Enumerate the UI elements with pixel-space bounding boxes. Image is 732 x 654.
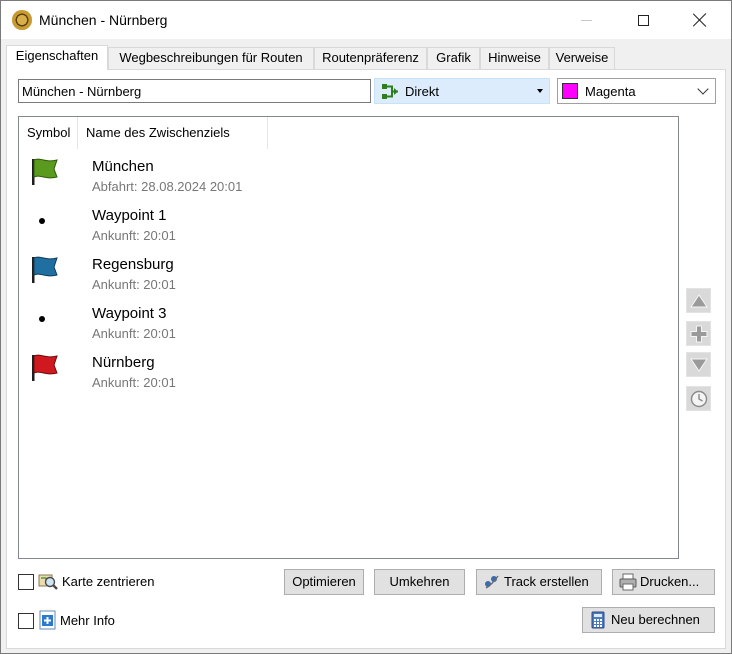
waypoint-name: Waypoint 3	[92, 305, 167, 322]
waypoint-time: Ankunft: 20:01	[92, 228, 176, 243]
route-color-label: Magenta	[585, 84, 636, 99]
tab-grafik[interactable]: Grafik	[427, 47, 480, 69]
move-down-button[interactable]	[686, 352, 711, 377]
tab-hinweise[interactable]: Hinweise	[480, 47, 549, 69]
schedule-button[interactable]	[686, 386, 711, 411]
print-label: Drucken...	[640, 574, 700, 589]
minimize-icon	[580, 19, 592, 21]
tab-strip: Eigenschaften Wegbeschreibungen für Rout…	[6, 45, 726, 70]
window-title: München - Nürnberg	[39, 12, 168, 28]
more-info-checkbox[interactable]	[18, 613, 34, 629]
dot-icon	[39, 218, 45, 224]
create-track-button[interactable]: Track erstellen	[476, 569, 602, 595]
color-swatch	[562, 83, 578, 99]
add-icon	[690, 325, 708, 343]
center-map-label: Karte zentrieren	[62, 574, 155, 589]
waypoint-name: Regensburg	[92, 256, 174, 273]
clock-icon	[690, 390, 708, 408]
tab-wegbeschreibungen[interactable]: Wegbeschreibungen für Routen	[108, 47, 314, 69]
move-up-icon	[690, 294, 708, 308]
tab-eigenschaften[interactable]: Eigenschaften	[6, 45, 108, 70]
maximize-icon	[637, 14, 649, 26]
close-icon	[693, 13, 707, 27]
move-down-icon	[690, 358, 708, 372]
dot-icon	[39, 316, 45, 322]
tab-verweise[interactable]: Verweise	[549, 47, 615, 69]
close-button[interactable]	[677, 1, 723, 39]
title-bar: München - Nürnberg	[1, 1, 731, 39]
tab-routenpraeferenz[interactable]: Routenpräferenz	[314, 47, 427, 69]
move-up-button[interactable]	[686, 288, 711, 313]
waypoint-list[interactable]: Symbol Name des Zwischenziels München Ab…	[18, 116, 679, 559]
recalculate-label: Neu berechnen	[611, 612, 700, 627]
optimize-button[interactable]: Optimieren	[284, 569, 364, 595]
calculator-icon	[591, 611, 605, 629]
route-name-input[interactable]: München - Nürnberg	[18, 79, 371, 103]
waypoint-row[interactable]: Nürnberg Ankunft: 20:01	[19, 349, 678, 398]
create-track-label: Track erstellen	[504, 574, 589, 589]
print-button[interactable]: Drucken...	[612, 569, 715, 595]
minimize-button[interactable]	[563, 1, 609, 39]
waypoint-row[interactable]: Regensburg Ankunft: 20:01	[19, 251, 678, 300]
center-map-checkbox[interactable]	[18, 574, 34, 590]
column-header-name[interactable]: Name des Zwischenziels	[78, 117, 268, 149]
add-waypoint-button[interactable]	[686, 321, 711, 346]
green-flag-icon	[32, 158, 58, 185]
waypoint-row[interactable]: Waypoint 1 Ankunft: 20:01	[19, 202, 678, 251]
blue-flag-icon	[32, 256, 58, 283]
dropdown-arrow-icon	[537, 89, 543, 93]
waypoint-name: Nürnberg	[92, 354, 155, 371]
track-icon	[485, 575, 499, 589]
gps-app-icon	[12, 10, 32, 30]
waypoint-name: Waypoint 1	[92, 207, 167, 224]
routing-mode-label: Direkt	[405, 84, 439, 99]
printer-icon	[619, 573, 637, 591]
waypoint-row[interactable]: München Abfahrt: 28.08.2024 20:01	[19, 153, 678, 202]
red-flag-icon	[32, 354, 58, 381]
recalculate-button[interactable]: Neu berechnen	[582, 607, 715, 633]
waypoint-time: Ankunft: 20:01	[92, 375, 176, 390]
more-info-label: Mehr Info	[60, 613, 115, 628]
reverse-button[interactable]: Umkehren	[374, 569, 465, 595]
routing-mode-dropdown[interactable]: Direkt	[374, 78, 550, 104]
info-plus-icon	[39, 610, 56, 630]
maximize-button[interactable]	[620, 1, 666, 39]
route-properties-window: München - Nürnberg Eigenschaften Wegbesc…	[0, 0, 732, 654]
route-color-dropdown[interactable]: Magenta	[557, 78, 716, 104]
waypoint-time: Abfahrt: 28.08.2024 20:01	[92, 179, 243, 194]
waypoint-row[interactable]: Waypoint 3 Ankunft: 20:01	[19, 300, 678, 349]
map-magnifier-icon	[38, 574, 58, 590]
direct-route-icon	[382, 84, 398, 99]
waypoint-time: Ankunft: 20:01	[92, 326, 176, 341]
column-header-symbol[interactable]: Symbol	[19, 117, 78, 149]
waypoint-time: Ankunft: 20:01	[92, 277, 176, 292]
chevron-down-icon	[697, 83, 709, 95]
waypoint-name: München	[92, 158, 154, 175]
